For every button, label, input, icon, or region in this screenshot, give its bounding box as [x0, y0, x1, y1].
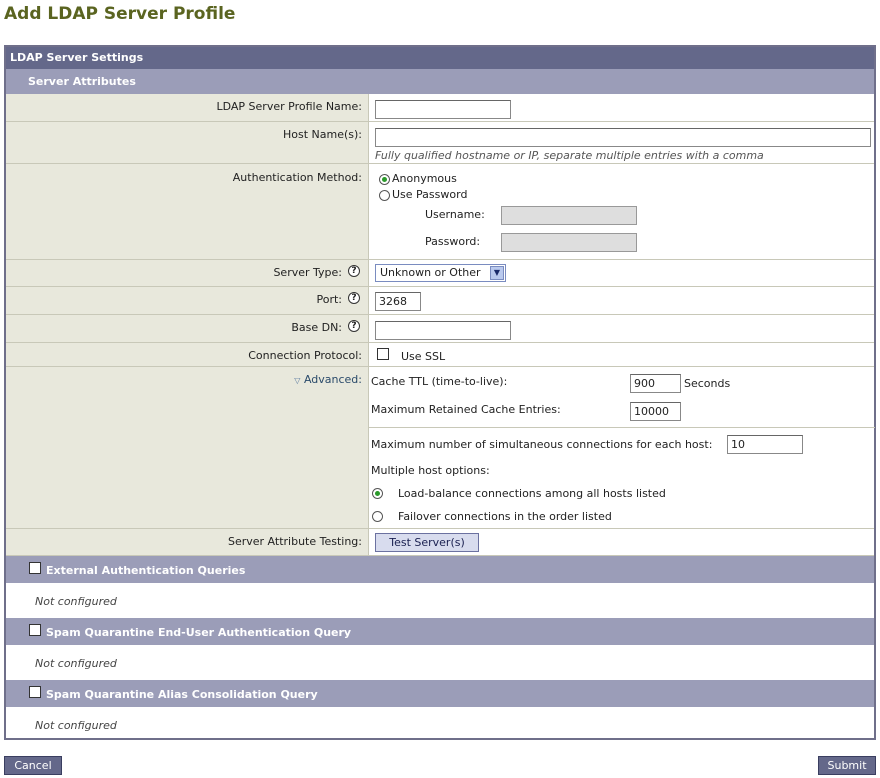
cache-ttl-unit: Seconds: [684, 377, 731, 390]
max-cache-input[interactable]: [630, 402, 681, 421]
advanced-label: Advanced:: [303, 373, 362, 386]
spam-quarantine-alias-query-header: Spam Quarantine Alias Consolidation Quer…: [6, 680, 874, 707]
failover-label: Failover connections in the order listed: [398, 510, 612, 523]
host-names-hint: Fully qualified hostname or IP, separate…: [375, 149, 764, 162]
host-names-input[interactable]: [375, 128, 871, 147]
auth-method-value-cell: Anonymous Use Password Username: Passwor…: [368, 164, 874, 260]
base-dn-input[interactable]: [375, 321, 511, 340]
auth-method-label-cell: Authentication Method:: [6, 164, 368, 260]
base-dn-label-cell: Base DN: ?: [6, 315, 368, 343]
server-type-select[interactable]: Unknown or Other ▼: [375, 264, 506, 282]
auth-method-label: Authentication Method:: [232, 171, 362, 184]
auth-anonymous-radio[interactable]: [379, 174, 390, 185]
spam-quarantine-auth-query-title: Spam Quarantine End-User Authentication …: [46, 626, 352, 639]
external-auth-queries-title: External Authentication Queries: [46, 564, 246, 577]
advanced-value-cell: Cache TTL (time-to-live): Seconds Maximu…: [368, 367, 875, 529]
server-type-label: Server Type:: [273, 266, 342, 279]
spam-quarantine-alias-query-checkbox[interactable]: [29, 686, 41, 698]
external-auth-queries-checkbox[interactable]: [29, 562, 41, 574]
auth-password-radio[interactable]: [379, 190, 390, 201]
port-help-icon[interactable]: ?: [348, 292, 360, 304]
chevron-down-icon: ▼: [490, 266, 504, 280]
advanced-divider: [369, 427, 875, 428]
test-servers-button[interactable]: Test Server(s): [375, 533, 479, 552]
external-auth-queries-header: External Authentication Queries: [6, 556, 874, 583]
spam-quarantine-alias-query-status: Not configured: [35, 719, 117, 732]
connection-protocol-value-cell: Use SSL: [368, 343, 874, 367]
username-label: Username:: [425, 208, 485, 221]
advanced-label-cell: ▽ Advanced:: [6, 367, 368, 529]
spam-quarantine-alias-query-body: Not configured: [6, 707, 874, 738]
max-cache-label: Maximum Retained Cache Entries:: [371, 403, 561, 416]
host-names-value-cell: Fully qualified hostname or IP, separate…: [368, 122, 874, 164]
external-auth-queries-body: Not configured: [6, 583, 874, 618]
testing-label: Server Attribute Testing:: [227, 535, 362, 548]
host-names-label-cell: Host Name(s):: [6, 122, 368, 164]
testing-value-cell: Test Server(s): [368, 529, 874, 556]
panel-header: LDAP Server Settings: [6, 47, 874, 69]
connection-protocol-label-cell: Connection Protocol:: [6, 343, 368, 367]
password-label: Password:: [425, 235, 481, 248]
profile-name-label-cell: LDAP Server Profile Name:: [6, 94, 368, 122]
host-names-label: Host Name(s):: [282, 128, 362, 141]
connection-protocol-label: Connection Protocol:: [248, 349, 362, 362]
cache-ttl-label: Cache TTL (time-to-live):: [371, 375, 508, 388]
page-title: Add LDAP Server Profile: [4, 4, 236, 24]
testing-label-cell: Server Attribute Testing:: [6, 529, 368, 556]
profile-name-value-cell: [368, 94, 874, 122]
server-type-value-cell: Unknown or Other ▼: [368, 260, 874, 287]
cancel-button[interactable]: Cancel: [4, 756, 62, 775]
ldap-settings-panel: LDAP Server Settings Server Attributes L…: [4, 45, 876, 740]
use-ssl-checkbox[interactable]: [377, 348, 389, 360]
spam-quarantine-auth-query-status: Not configured: [35, 657, 117, 670]
spam-quarantine-alias-query-title: Spam Quarantine Alias Consolidation Quer…: [46, 688, 318, 701]
advanced-toggle[interactable]: ▽ Advanced:: [294, 373, 362, 386]
external-auth-queries-status: Not configured: [35, 595, 117, 608]
port-label-cell: Port: ?: [6, 287, 368, 315]
port-label: Port:: [316, 293, 342, 306]
username-input[interactable]: [501, 206, 637, 225]
multi-host-label: Multiple host options:: [371, 464, 490, 477]
port-value-cell: [368, 287, 874, 315]
load-balance-label: Load-balance connections among all hosts…: [398, 487, 666, 500]
cache-ttl-input[interactable]: [630, 374, 681, 393]
auth-password-label: Use Password: [392, 188, 468, 201]
server-attributes-header: Server Attributes: [6, 69, 874, 94]
triangle-down-icon: ▽: [294, 376, 301, 385]
spam-quarantine-auth-query-header: Spam Quarantine End-User Authentication …: [6, 618, 874, 645]
auth-anonymous-label: Anonymous: [392, 172, 457, 185]
profile-name-input[interactable]: [375, 100, 511, 119]
load-balance-radio[interactable]: [372, 488, 383, 499]
base-dn-value-cell: [368, 315, 874, 343]
submit-button[interactable]: Submit: [818, 756, 876, 775]
use-ssl-label: Use SSL: [401, 350, 446, 363]
failover-radio[interactable]: [372, 511, 383, 522]
password-input[interactable]: [501, 233, 637, 252]
profile-name-label: LDAP Server Profile Name:: [216, 100, 363, 113]
spam-quarantine-auth-query-body: Not configured: [6, 645, 874, 680]
base-dn-label: Base DN:: [291, 321, 342, 334]
base-dn-help-icon[interactable]: ?: [348, 320, 360, 332]
spam-quarantine-auth-query-checkbox[interactable]: [29, 624, 41, 636]
max-connections-label: Maximum number of simultaneous connectio…: [371, 438, 713, 451]
server-type-label-cell: Server Type: ?: [6, 260, 368, 287]
port-input[interactable]: [375, 292, 421, 311]
server-type-selected: Unknown or Other: [380, 266, 481, 279]
server-type-help-icon[interactable]: ?: [348, 265, 360, 277]
max-connections-input[interactable]: [727, 435, 803, 454]
